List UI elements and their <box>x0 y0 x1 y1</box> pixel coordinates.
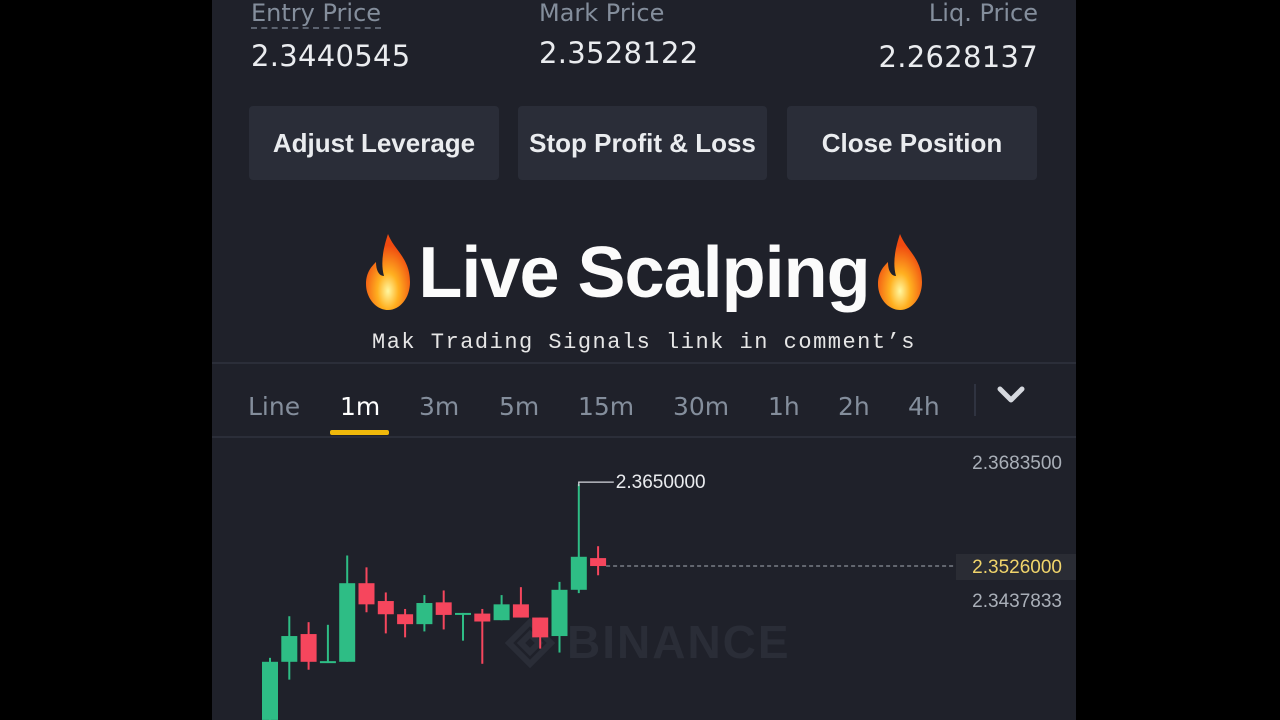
candle-body <box>532 617 549 638</box>
candle-body <box>300 634 317 662</box>
high-marker-label: 2.3650000 <box>616 472 706 493</box>
overlay-title-text: Live Scalping <box>418 233 870 313</box>
overlay-title: Live Scalping <box>212 228 1076 318</box>
candle-body <box>262 661 278 720</box>
tab-1h[interactable]: 1h <box>768 392 800 421</box>
active-tab-indicator <box>330 430 389 435</box>
divider <box>212 362 1076 364</box>
candle-body <box>397 614 414 625</box>
candle-body <box>570 556 587 590</box>
mark-price-label: Mark Price <box>539 0 665 27</box>
tab-line[interactable]: Line <box>248 392 300 421</box>
candle-body <box>377 601 394 615</box>
mark-price: Mark Price 2.3528122 <box>539 0 699 70</box>
trading-screen: Entry Price 2.3440545 Mark Price 2.35281… <box>212 0 1076 720</box>
candle-body <box>281 636 298 662</box>
candle-body <box>435 602 452 615</box>
tab-2h[interactable]: 2h <box>838 392 870 421</box>
high-marker-line <box>578 481 614 487</box>
candle-body <box>493 604 510 621</box>
candle-body <box>455 612 471 615</box>
fire-icon <box>366 233 411 310</box>
tab-separator <box>974 384 976 416</box>
mark-price-value: 2.3528122 <box>539 36 699 70</box>
divider <box>212 436 1076 438</box>
liq-price: Liq. Price 2.2628137 <box>878 0 1038 74</box>
tab-3m[interactable]: 3m <box>419 392 459 421</box>
candle-body <box>339 583 356 662</box>
candle-body <box>319 661 336 664</box>
adjust-leverage-button[interactable]: Adjust Leverage <box>249 106 499 180</box>
entry-price-value: 2.3440545 <box>251 39 411 73</box>
entry-price: Entry Price 2.3440545 <box>251 0 411 73</box>
fire-icon <box>877 233 922 310</box>
y-axis-label: 2.3683500 <box>972 453 1062 474</box>
candlestick-chart[interactable]: 2.3650000 2.3683500 2.3526000 2.3437833 <box>212 440 1076 720</box>
candle-body <box>551 589 568 637</box>
candle-body <box>590 558 607 567</box>
tab-1m[interactable]: 1m <box>340 392 380 421</box>
tab-30m[interactable]: 30m <box>673 392 729 421</box>
chevron-down-icon[interactable] <box>996 384 1026 406</box>
liq-price-value: 2.2628137 <box>878 40 1038 74</box>
entry-price-label[interactable]: Entry Price <box>251 0 382 29</box>
close-position-button[interactable]: Close Position <box>787 106 1037 180</box>
candle-body <box>474 613 491 622</box>
timeframe-tabs: Line 1m 3m 5m 15m 30m 1h 2h 4h <box>212 392 1076 434</box>
overlay-subtitle: Mak Trading Signals link in comment’s <box>372 330 916 355</box>
y-axis-label: 2.3437833 <box>972 591 1062 612</box>
liq-price-label: Liq. Price <box>928 0 1038 27</box>
tab-4h[interactable]: 4h <box>908 392 940 421</box>
stop-profit-loss-button[interactable]: Stop Profit & Loss <box>518 106 767 180</box>
tab-15m[interactable]: 15m <box>578 392 634 421</box>
candle-body <box>512 604 529 618</box>
candle-body <box>358 583 375 605</box>
candle-body <box>416 603 433 625</box>
tab-5m[interactable]: 5m <box>499 392 539 421</box>
y-axis-label: 2.3526000 <box>972 557 1062 578</box>
